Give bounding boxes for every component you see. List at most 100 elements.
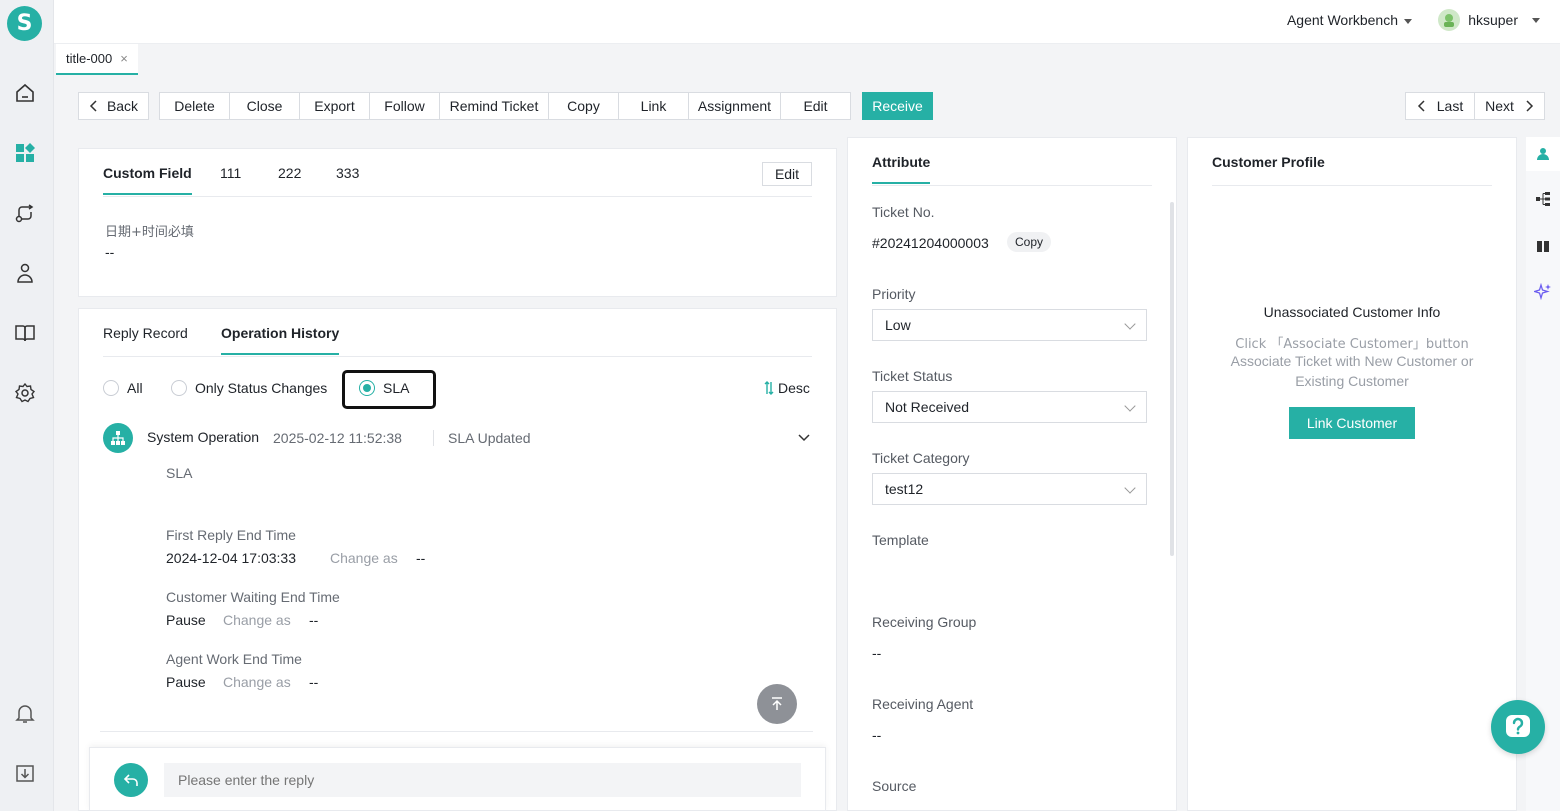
remind-ticket-button[interactable]: Remind Ticket <box>439 92 549 120</box>
download-icon[interactable] <box>12 760 38 786</box>
assignment-button[interactable]: Assignment <box>688 92 781 120</box>
ticket-status-label: Ticket Status <box>872 368 953 384</box>
sort-label: Desc <box>778 380 810 396</box>
home-icon[interactable] <box>12 80 38 106</box>
profile-header: Customer Profile <box>1212 138 1492 186</box>
copy-ticket-no-button[interactable]: Copy <box>1007 232 1052 252</box>
customer-profile-panel: Customer Profile Unassociated Customer I… <box>1187 137 1517 811</box>
item-label: Agent Work End Time <box>166 651 302 667</box>
tab-111[interactable]: 111 <box>220 165 241 181</box>
ticket-no-label: Ticket No. <box>872 204 935 220</box>
filter-status-changes-radio[interactable]: Only Status Changes <box>171 380 327 396</box>
knowledge-book-icon[interactable] <box>12 320 38 346</box>
back-button[interactable]: Back <box>78 92 149 120</box>
tab-reply-record[interactable]: Reply Record <box>103 325 188 341</box>
tab-333[interactable]: 333 <box>336 165 359 181</box>
customer-icon[interactable] <box>12 260 38 286</box>
profile-title: Customer Profile <box>1212 154 1325 170</box>
entry-section: SLA <box>166 465 193 481</box>
left-rail: S <box>0 0 54 811</box>
entry-action: SLA Updated <box>448 430 531 446</box>
filter-all-radio[interactable]: All <box>103 380 143 396</box>
custom-field-edit-button[interactable]: Edit <box>762 162 812 186</box>
receiving-agent-value: -- <box>872 727 882 743</box>
priority-label: Priority <box>872 286 916 302</box>
edit-button[interactable]: Edit <box>780 92 851 120</box>
app-logo[interactable]: S <box>7 6 42 41</box>
template-label: Template <box>872 532 929 548</box>
ticket-category-label: Ticket Category <box>872 450 970 466</box>
avatar <box>1438 9 1461 31</box>
export-button[interactable]: Export <box>299 92 370 120</box>
item-label: First Reply End Time <box>166 527 296 543</box>
back-to-top-button[interactable] <box>757 684 797 724</box>
user-menu[interactable]: hksuper <box>1438 9 1540 31</box>
field-label: 日期+时间必填 <box>105 225 194 240</box>
workbench-icon[interactable] <box>12 140 38 166</box>
customer-profile-icon[interactable] <box>1526 137 1560 171</box>
page-tab-title[interactable]: title-000 × <box>56 44 138 75</box>
link-customer-button[interactable]: Link Customer <box>1289 407 1415 439</box>
username: hksuper <box>1468 12 1518 28</box>
priority-select[interactable]: Low <box>872 309 1147 341</box>
filter-status-changes-label: Only Status Changes <box>195 380 328 396</box>
item-change-as: Change as <box>223 674 291 690</box>
item-from: 2024-12-04 17:03:33 <box>166 550 296 566</box>
item-from: Pause <box>166 674 206 690</box>
page-tab-label: title-000 <box>66 51 113 66</box>
history-divider <box>100 731 813 732</box>
follow-button[interactable]: Follow <box>369 92 440 120</box>
workbench-label: Agent Workbench <box>1286 12 1398 28</box>
ai-sparkle-icon[interactable] <box>1532 282 1552 304</box>
profile-empty-title: Unassociated Customer Info <box>1263 304 1441 320</box>
delete-button[interactable]: Delete <box>159 92 230 120</box>
entry-divider <box>433 430 434 446</box>
bell-icon[interactable] <box>12 700 38 726</box>
ticket-status-select[interactable]: Not Received <box>872 391 1147 423</box>
book-icon[interactable] <box>1536 239 1550 256</box>
profile-empty-line1: Click 「Associate Customer」button <box>1235 337 1469 352</box>
priority-value: Low <box>885 317 911 333</box>
attribute-scrollbar[interactable] <box>1170 202 1174 556</box>
collapse-chevron-icon[interactable] <box>798 430 810 446</box>
close-button[interactable]: Close <box>229 92 300 120</box>
next-button[interactable]: Next <box>1474 92 1545 120</box>
attribute-tabs: Attribute <box>872 138 1152 186</box>
next-label: Next <box>1485 98 1514 114</box>
top-header: Agent Workbench hksuper <box>54 0 1560 44</box>
tab-attribute[interactable]: Attribute <box>872 154 931 184</box>
help-button[interactable] <box>1491 700 1545 754</box>
receive-button[interactable]: Receive <box>862 92 933 120</box>
copy-button[interactable]: Copy <box>548 92 619 120</box>
link-button[interactable]: Link <box>618 92 689 120</box>
back-label: Back <box>106 98 139 114</box>
chevron-down-icon <box>1532 17 1540 23</box>
last-button[interactable]: Last <box>1405 92 1475 120</box>
settings-gear-icon[interactable] <box>12 380 38 406</box>
routing-icon[interactable] <box>12 200 38 226</box>
entry-actor: System Operation <box>147 429 260 445</box>
reply-mode-button[interactable] <box>114 763 148 797</box>
filter-sla-radio[interactable]: SLA <box>359 380 409 396</box>
hierarchy-icon[interactable] <box>1536 192 1550 209</box>
item-from: Pause <box>166 612 206 628</box>
receiving-group-label: Receiving Group <box>872 614 977 630</box>
close-icon[interactable]: × <box>120 51 128 66</box>
sort-desc-toggle[interactable]: Desc <box>764 380 810 396</box>
reply-input[interactable] <box>164 763 801 797</box>
receiving-agent-label: Receiving Agent <box>872 696 974 712</box>
item-label: Customer Waiting End Time <box>166 589 340 605</box>
history-tabs: Reply Record Operation History <box>103 309 812 357</box>
arrow-up-icon <box>772 697 782 710</box>
tab-custom-field[interactable]: Custom Field <box>103 165 192 195</box>
ticket-category-select[interactable]: test12 <box>872 473 1147 505</box>
ticket-no-value: #20241204000003 <box>872 235 989 251</box>
workbench-switcher[interactable]: Agent Workbench <box>1287 12 1412 28</box>
item-change-as: Change as <box>330 550 398 566</box>
profile-empty-line3: Existing Customer <box>1295 373 1409 389</box>
chevron-left-icon <box>89 100 97 112</box>
item-to: -- <box>309 674 319 690</box>
tab-222[interactable]: 222 <box>278 165 301 181</box>
tab-operation-history[interactable]: Operation History <box>221 325 340 355</box>
ticket-status-value: Not Received <box>885 399 970 415</box>
